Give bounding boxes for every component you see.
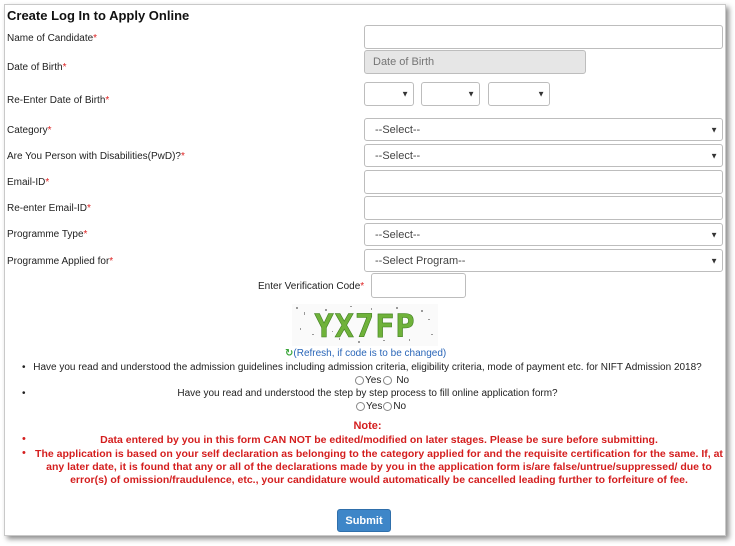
category-select[interactable]: --Select-- ▼ xyxy=(364,118,723,141)
captcha-image: YX7FP xyxy=(292,304,438,346)
chevron-down-icon: ▼ xyxy=(710,125,718,134)
question-1-options: Yes No xyxy=(355,375,409,386)
email-label: Email-ID* xyxy=(7,177,50,188)
email-reenter-label: Re-enter Email-ID* xyxy=(7,203,91,214)
dob-input[interactable] xyxy=(364,50,586,74)
question-2-no-radio[interactable] xyxy=(383,402,393,411)
question-2-no-label: No xyxy=(393,401,407,412)
chevron-down-icon: ▼ xyxy=(537,89,545,99)
question-1-no-label: No xyxy=(396,375,410,386)
dob-month-select[interactable]: ▼ xyxy=(421,82,480,106)
bullet-icon: • xyxy=(22,433,26,445)
programme-applied-selected-value: --Select Program-- xyxy=(375,255,466,267)
chevron-down-icon: ▼ xyxy=(710,256,718,265)
note-1: Data entered by you in this form CAN NOT… xyxy=(100,434,658,446)
email-reenter-input[interactable] xyxy=(364,196,723,220)
dob-day-select[interactable]: ▼ xyxy=(364,82,414,106)
verification-code-input[interactable] xyxy=(371,273,466,298)
programme-applied-select[interactable]: --Select Program-- ▼ xyxy=(364,249,723,272)
question-2-yes-radio[interactable] xyxy=(356,402,365,411)
category-label: Category* xyxy=(7,125,52,136)
chevron-down-icon: ▼ xyxy=(467,89,475,99)
refresh-captcha-link[interactable]: ↻(Refresh, if code is to be changed) xyxy=(285,348,446,359)
dob-label: Date of Birth* xyxy=(7,62,67,73)
question-1-yes-label: Yes xyxy=(365,375,382,386)
question-2-options: Yes No xyxy=(356,401,406,412)
name-input[interactable] xyxy=(364,25,723,49)
programme-applied-label: Programme Applied for* xyxy=(7,256,114,267)
chevron-down-icon: ▼ xyxy=(710,230,718,239)
verification-code-label: Enter Verification Code* xyxy=(258,281,365,292)
chevron-down-icon: ▼ xyxy=(710,151,718,160)
pwd-selected-value: --Select-- xyxy=(375,150,421,162)
programme-type-select[interactable]: --Select-- ▼ xyxy=(364,223,723,246)
captcha-text: YX7FP xyxy=(314,307,415,345)
name-label: Name of Candidate* xyxy=(7,33,98,44)
question-1-yes-radio[interactable] xyxy=(355,376,364,385)
note-title: Note: xyxy=(353,420,382,432)
submit-button[interactable]: Submit xyxy=(337,509,391,532)
pwd-label: Are You Person with Disabilities(PwD)?* xyxy=(7,151,185,162)
question-1-no-radio[interactable] xyxy=(383,376,393,385)
question-2-text: Have you read and understood the step by… xyxy=(177,388,558,399)
programme-type-selected-value: --Select-- xyxy=(375,229,421,241)
bullet-icon: • xyxy=(22,447,26,459)
dob-year-select[interactable]: ▼ xyxy=(488,82,550,106)
question-1-text: Have you read and understood the admissi… xyxy=(33,362,702,373)
note-2: The application is based on your self de… xyxy=(35,448,723,486)
dob-reenter-label: Re-Enter Date of Birth* xyxy=(7,95,110,106)
question-2-yes-label: Yes xyxy=(366,401,383,412)
programme-type-label: Programme Type* xyxy=(7,229,88,240)
pwd-select[interactable]: --Select-- ▼ xyxy=(364,144,723,167)
email-input[interactable] xyxy=(364,170,723,194)
category-selected-value: --Select-- xyxy=(375,124,421,136)
chevron-down-icon: ▼ xyxy=(401,89,409,99)
refresh-captcha-label: (Refresh, if code is to be changed) xyxy=(293,348,447,359)
form-title: Create Log In to Apply Online xyxy=(7,8,190,23)
